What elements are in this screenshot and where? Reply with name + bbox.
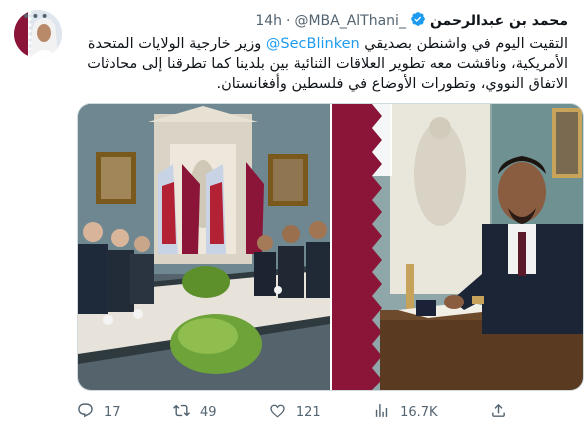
like-count: 121: [295, 404, 321, 420]
author-handle[interactable]: @MBA_AlThani_: [294, 13, 406, 29]
share-button[interactable]: [490, 402, 507, 423]
photo-signing-guestbook[interactable]: [331, 104, 583, 390]
tweet-header: محمد بن عبدالرحمن @MBA_AlThani_ · 14h: [255, 10, 568, 32]
share-icon: [490, 402, 507, 423]
views-count: 16.7K: [400, 404, 438, 420]
photo-meeting-table[interactable]: [78, 104, 330, 390]
reply-button[interactable]: 17: [77, 402, 121, 423]
reply-icon: [77, 402, 94, 423]
separator-dot: ·: [286, 13, 291, 29]
author-name[interactable]: محمد بن عبدالرحمن: [430, 13, 568, 29]
action-bar: 17 49 121 16.7K: [77, 402, 507, 422]
more-options-icon[interactable]: •••: [22, 9, 50, 25]
tweet-text-part-1: التقيت اليوم في واشنطن بصديقي: [359, 36, 568, 52]
views-button[interactable]: 16.7K: [373, 402, 438, 423]
tweet-card[interactable]: محمد بن عبدالرحمن @MBA_AlThani_ · 14h ••…: [0, 0, 586, 438]
like-button[interactable]: 121: [269, 402, 321, 423]
media-grid: [77, 103, 584, 391]
tweet-timestamp[interactable]: 14h: [255, 13, 282, 29]
mention-link[interactable]: @SecBlinken: [266, 36, 360, 52]
retweet-button[interactable]: 49: [172, 402, 217, 423]
reply-count: 17: [104, 404, 121, 420]
retweet-count: 49: [199, 404, 217, 420]
verified-badge-icon: [410, 11, 426, 31]
heart-icon: [269, 402, 286, 423]
views-chart-icon: [373, 402, 390, 423]
tweet-text: التقيت اليوم في واشنطن بصديقي @SecBlinke…: [68, 34, 568, 94]
retweet-icon: [172, 402, 190, 423]
